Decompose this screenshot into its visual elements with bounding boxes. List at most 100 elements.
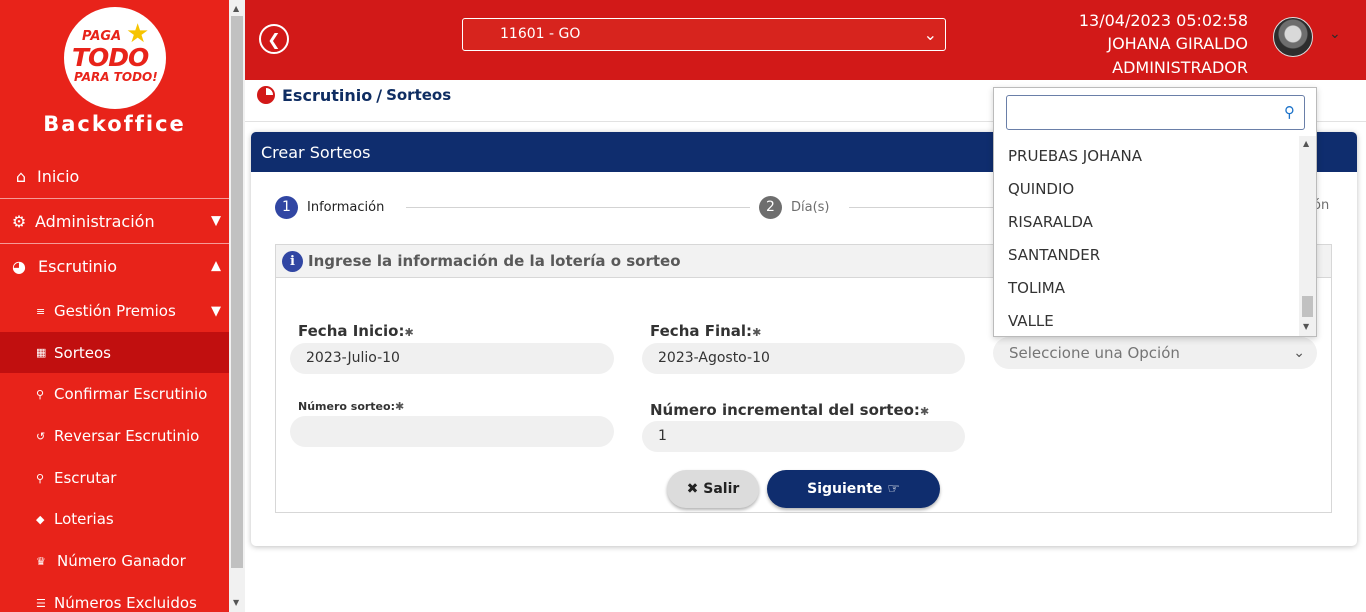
trophy-icon: ♛ — [36, 554, 46, 568]
fecha-inicio-label-text: Fecha Inicio: — [298, 322, 405, 340]
required-icon: ✱ — [919, 405, 930, 418]
chevron-down-icon: ⌄ — [923, 25, 937, 44]
dropdown-option[interactable]: RISARALDA — [994, 206, 1299, 239]
numero-sorteo-label: Número sorteo:✱ — [298, 400, 404, 413]
step-informacion[interactable]: 1 Información — [275, 196, 384, 219]
step-connector — [406, 207, 750, 208]
dropdown-option[interactable]: PRUEBAS JOHANA — [994, 140, 1299, 173]
sidebar-subitem-confirmar-escrutinio[interactable]: ⚲ Confirmar Escrutinio — [0, 382, 229, 406]
numero-sorteo-label-text: Número sorteo: — [298, 400, 395, 413]
sidebar: PAGA TODO PARA TODO! ★ Backoffice ⌂ Inic… — [0, 0, 229, 612]
breadcrumb-page: Sorteos — [386, 86, 452, 104]
sidebar-subitem-label: Reversar Escrutinio — [54, 427, 200, 445]
sidebar-item-label: Inicio — [37, 166, 80, 186]
chevron-up-icon: ▲ — [211, 258, 221, 274]
chevron-down-icon: ⌄ — [1293, 345, 1305, 361]
step-label: Día(s) — [791, 200, 830, 215]
sidebar-divider — [0, 243, 229, 244]
office-select[interactable]: 11601 - GO ⌄ — [462, 18, 946, 51]
chevron-down-icon: ▼ — [211, 213, 221, 229]
paga-todo-logo[interactable]: PAGA TODO PARA TODO! ★ — [64, 7, 166, 109]
info-text: Ingrese la información de la lotería o s… — [308, 252, 681, 270]
required-icon: ✱ — [394, 400, 405, 413]
required-icon: ✱ — [404, 326, 414, 339]
breadcrumb-section[interactable]: Escrutinio — [282, 86, 372, 105]
scrollbar-thumb[interactable] — [231, 16, 243, 568]
dropdown-option[interactable]: SANTANDER — [994, 239, 1299, 272]
avatar[interactable] — [1273, 17, 1313, 57]
scroll-down-icon[interactable]: ▼ — [233, 598, 239, 607]
fecha-final-input[interactable]: 2023-Agosto-10 — [642, 343, 965, 374]
siguiente-button-label: Siguiente — [807, 481, 883, 497]
header-user-role: ADMINISTRADOR — [1112, 58, 1248, 77]
step-number: 1 — [275, 196, 298, 219]
sidebar-subitem-label: Confirmar Escrutinio — [54, 385, 208, 403]
numero-incremental-input[interactable]: 1 — [642, 421, 965, 452]
logo-text-bottom: PARA TODO! — [74, 70, 158, 84]
logo-text-top: PAGA — [82, 29, 122, 44]
dropdown-scrollbar-thumb[interactable] — [1302, 296, 1313, 317]
close-icon: ✖ — [686, 481, 699, 497]
top-header: ❮ 11601 - GO ⌄ 13/04/2023 05:02:58 JOHAN… — [245, 0, 1366, 80]
header-datetime: 13/04/2023 05:02:58 — [1078, 11, 1248, 30]
sidebar-subitem-numeros-excluidos[interactable]: ☰ Números Excluidos — [0, 591, 229, 612]
chevron-left-icon: ❮ — [267, 29, 281, 49]
breadcrumb: Escrutinio / Sorteos — [257, 83, 451, 107]
home-icon: ⌂ — [15, 166, 27, 186]
scroll-down-icon[interactable]: ▼ — [1303, 322, 1309, 331]
scroll-up-icon[interactable]: ▲ — [1303, 139, 1309, 148]
dropdown-option[interactable]: QUINDIO — [994, 173, 1299, 206]
fecha-inicio-label: Fecha Inicio:✱ — [298, 322, 414, 340]
numero-incremental-label: Número incremental del sorteo:✱ — [650, 401, 929, 419]
sidebar-subitem-sorteos[interactable]: ▦ Sorteos — [0, 332, 229, 373]
sidebar-subitem-label: Loterias — [54, 510, 114, 528]
step-connector — [849, 207, 993, 208]
chevron-down-icon[interactable]: ⌄ — [1329, 26, 1341, 42]
sliders-icon: ≡ — [36, 304, 46, 318]
dropdown-search-input[interactable]: ⚲ — [1006, 95, 1305, 130]
step-number: 2 — [759, 196, 782, 219]
fecha-final-label-text: Fecha Final: — [650, 322, 753, 340]
breadcrumb-separator: / — [376, 85, 383, 105]
sidebar-item-label: Administración — [35, 211, 155, 231]
loteria-select[interactable]: Seleccione una Opción ⌄ — [993, 337, 1317, 369]
dropdown-option[interactable]: TOLIMA — [994, 272, 1299, 305]
pie-chart-icon: ◕ — [12, 256, 26, 276]
dropdown-option[interactable]: VALLE — [994, 305, 1299, 338]
sidebar-subitem-reversar-escrutinio[interactable]: ↺ Reversar Escrutinio — [0, 424, 229, 448]
calendar-icon: ▦ — [36, 346, 47, 359]
list-icon: ☰ — [36, 596, 46, 610]
sidebar-item-administracion[interactable]: ⚙ Administración ▼ — [0, 208, 229, 234]
dropdown-options: PRUEBAS JOHANA QUINDIO RISARALDA SANTAND… — [994, 140, 1299, 338]
scroll-up-icon[interactable]: ▲ — [233, 4, 239, 13]
salir-button-label: Salir — [703, 481, 740, 497]
sidebar-subitem-label: Sorteos — [54, 343, 111, 362]
search-icon: ⚲ — [1284, 103, 1295, 121]
sidebar-subitem-escrutar[interactable]: ⚲ Escrutar — [0, 466, 229, 490]
numero-sorteo-input[interactable] — [290, 416, 614, 447]
sidebar-subitem-gestion-premios[interactable]: ≡ Gestión Premios ▼ — [0, 298, 229, 324]
sidebar-subitem-numero-ganador[interactable]: ♛ Número Ganador — [0, 549, 229, 573]
fecha-inicio-input[interactable]: 2023-Julio-10 — [290, 343, 614, 374]
sidebar-item-escrutinio[interactable]: ◕ Escrutinio ▲ — [0, 253, 229, 279]
sidebar-item-inicio[interactable]: ⌂ Inicio — [0, 164, 229, 188]
header-user-name: JOHANA GIRALDO — [1107, 34, 1248, 53]
sidebar-subitem-label: Número Ganador — [57, 552, 186, 570]
search-icon: ⚲ — [36, 471, 45, 485]
back-button[interactable]: ❮ — [259, 24, 289, 54]
required-icon: ✱ — [752, 326, 762, 339]
dropdown-scrollbar[interactable]: ▲ ▼ — [1299, 136, 1316, 336]
gear-icon: ⚙ — [11, 211, 27, 231]
undo-icon: ↺ — [36, 429, 46, 443]
siguiente-button[interactable]: Siguiente ☞ — [767, 470, 940, 508]
pie-chart-icon — [257, 86, 275, 104]
sidebar-subitem-loterias[interactable]: ◆ Loterias — [0, 507, 229, 531]
sidebar-subitem-label: Números Excluidos — [54, 594, 197, 612]
loteria-dropdown: ⚲ PRUEBAS JOHANA QUINDIO RISARALDA SANTA… — [993, 87, 1317, 337]
chevron-down-icon: ▼ — [211, 303, 221, 319]
salir-button[interactable]: ✖ Salir — [667, 470, 759, 508]
brand-title: Backoffice — [43, 112, 186, 136]
sidebar-scrollbar[interactable]: ▲ ▼ — [229, 0, 245, 612]
thumbs-up-icon: ☞ — [887, 481, 900, 497]
step-dias[interactable]: 2 Día(s) — [759, 196, 830, 219]
